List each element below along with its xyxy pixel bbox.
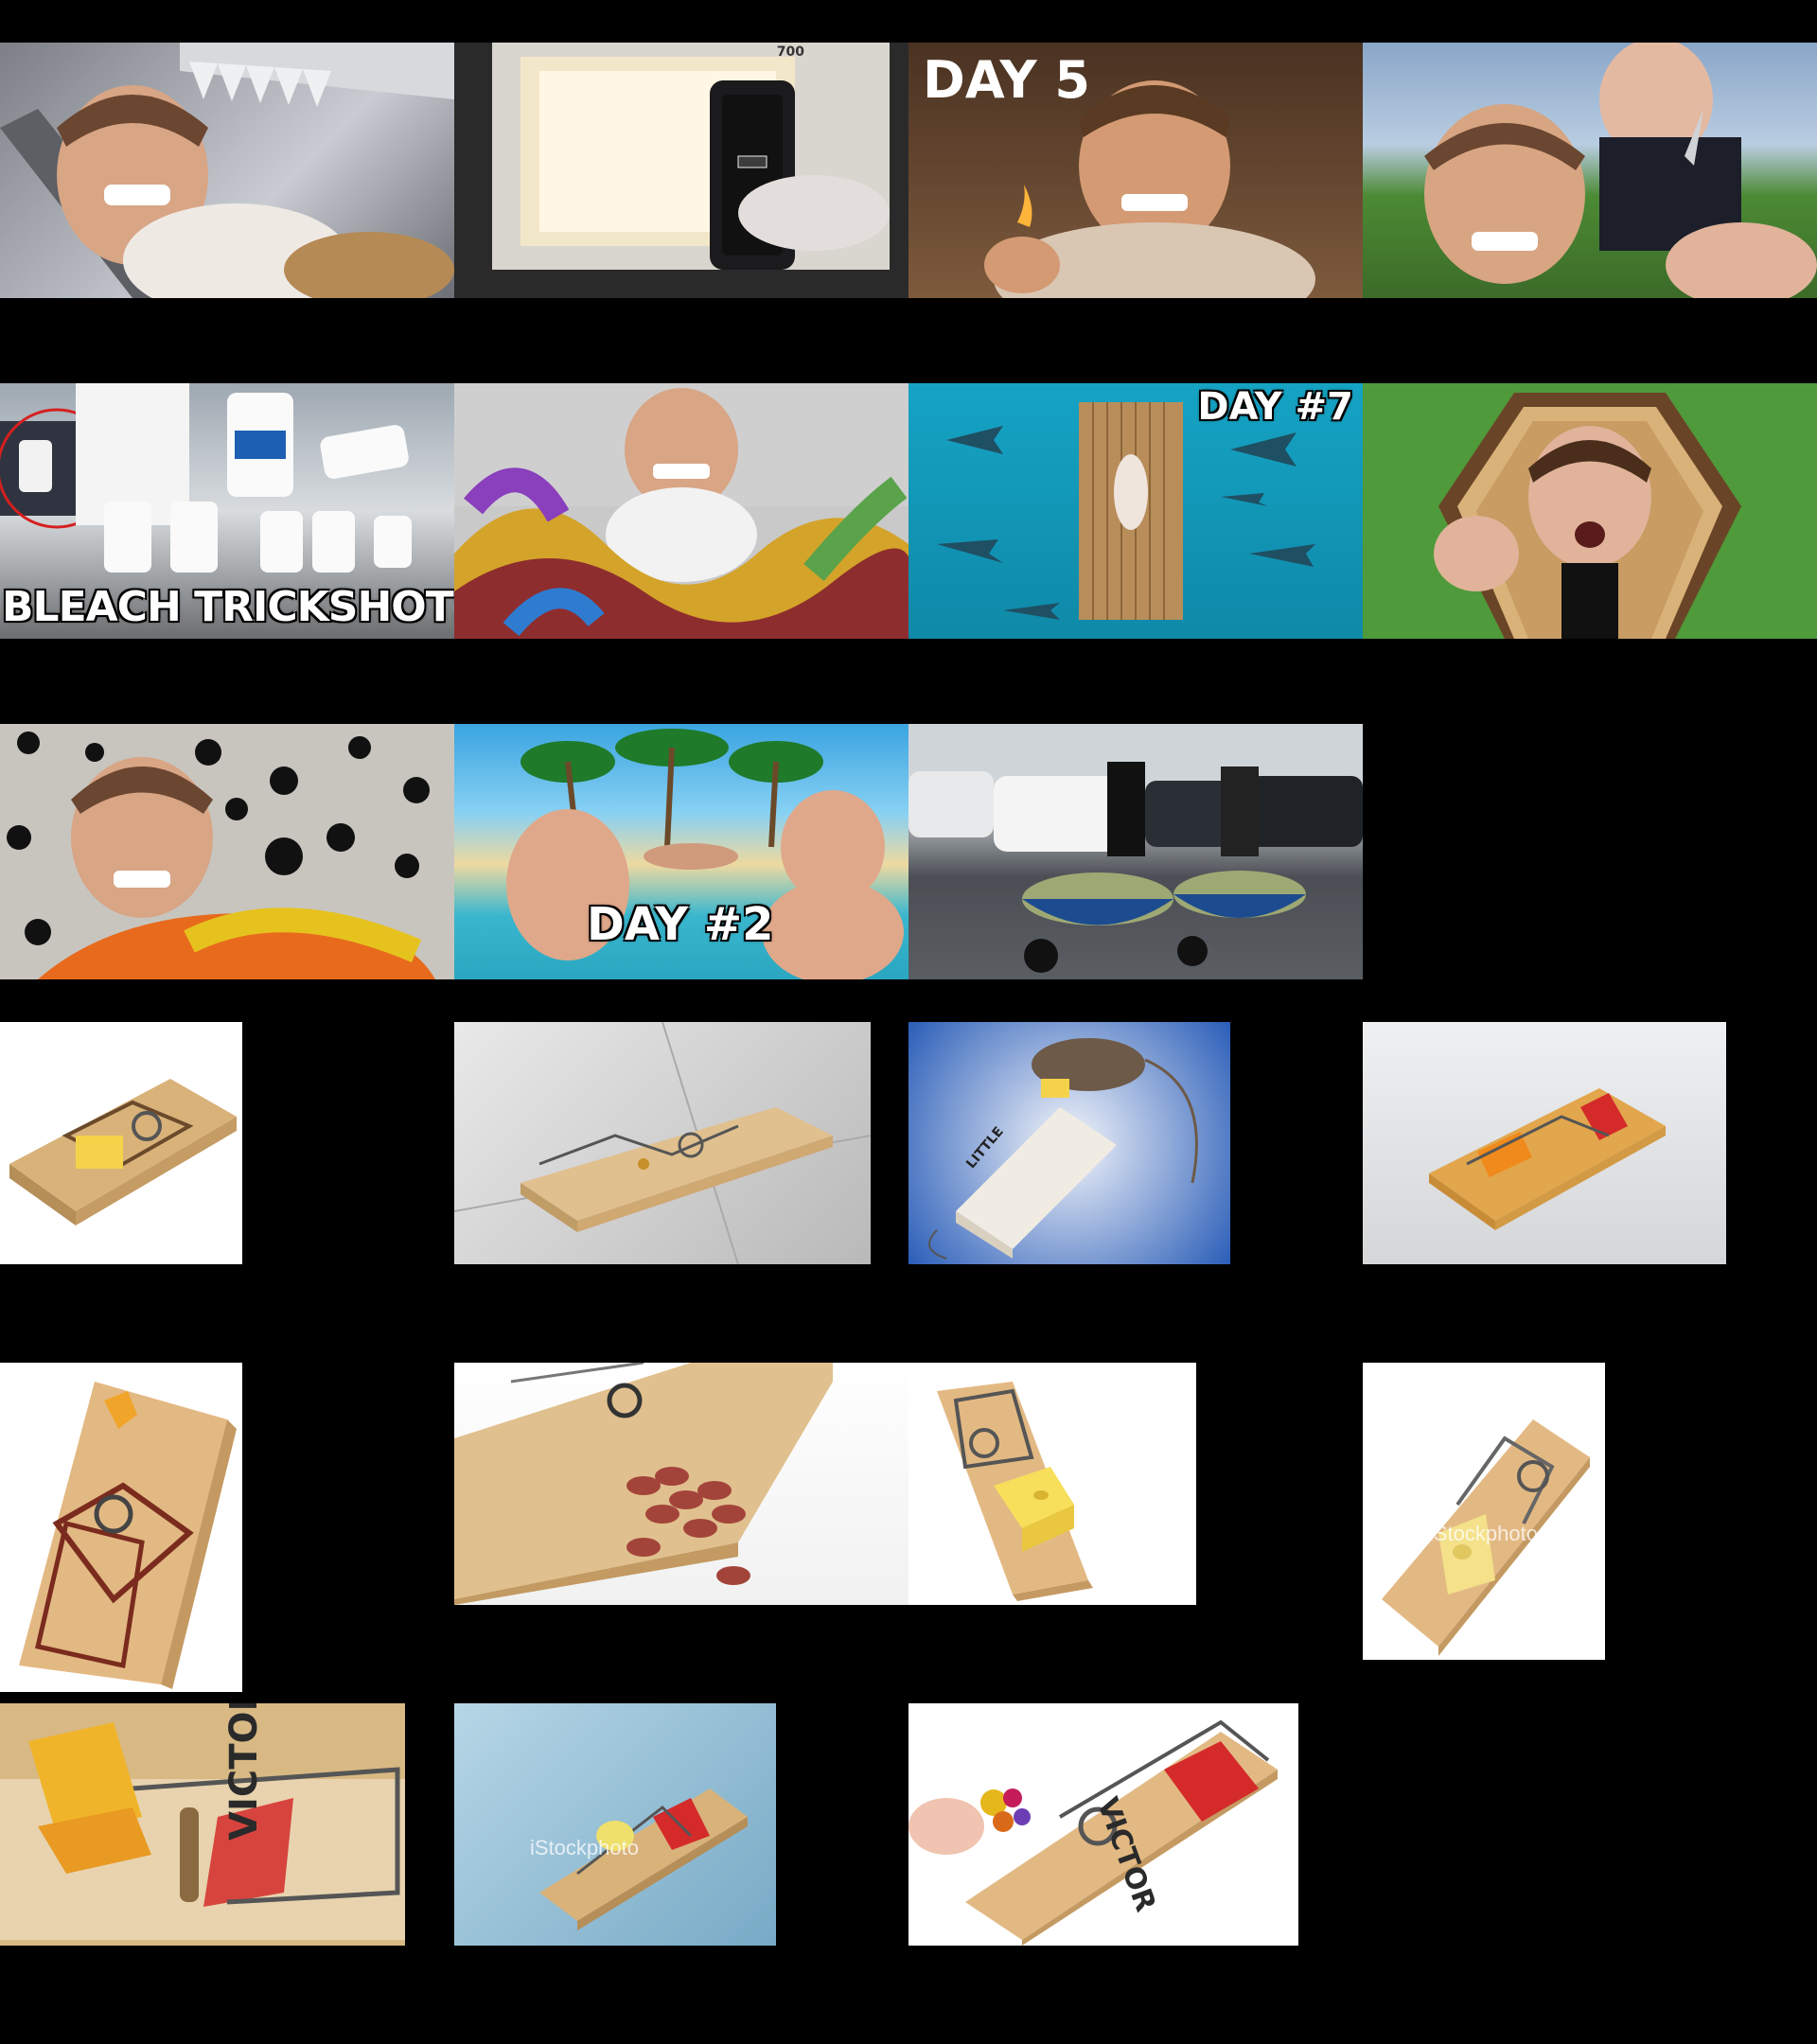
microwave-wattage: 700 xyxy=(776,44,804,60)
thumbnail-bleach-trickshots[interactable]: BLEACH TRICKSHOTS xyxy=(0,383,454,639)
knife-scene-illustration xyxy=(1424,43,1817,298)
microwave-illustration xyxy=(492,43,890,270)
trap-image-little-giant-mouse[interactable]: LITTLE xyxy=(908,1022,1230,1264)
trap-istock-blue-illustration xyxy=(539,1788,748,1930)
trap-image-victor-jewels[interactable]: VICTOR xyxy=(908,1703,1298,1946)
thumbnail-day-5[interactable]: DAY 5 xyxy=(908,43,1363,298)
trap-swiss-illustration xyxy=(937,1382,1093,1601)
trap-image-istock-blue[interactable]: iStockphoto xyxy=(454,1703,776,1946)
trap-image-topdown-cheese[interactable] xyxy=(0,1363,242,1692)
thumbnail-car-lot-money[interactable] xyxy=(908,724,1363,979)
day-7-label: DAY #7 xyxy=(1197,385,1353,429)
thumbnail-day-7-raft[interactable]: DAY #7 xyxy=(908,383,1363,639)
istock-watermark-1: iStockphoto xyxy=(1429,1522,1538,1545)
thumbnail-saw-trap[interactable] xyxy=(0,43,454,298)
trap-image-victor-orange[interactable] xyxy=(1363,1022,1726,1264)
thumbnail-spiders[interactable] xyxy=(0,724,454,979)
saw-scene-illustration xyxy=(0,43,454,298)
car-lot-illustration xyxy=(908,762,1363,973)
spiders-scene-illustration xyxy=(7,731,435,979)
victor-label-1: VICTOR xyxy=(222,1703,266,1841)
trap-image-swiss-cheese[interactable] xyxy=(908,1363,1196,1605)
day-2-label: DAY #2 xyxy=(587,898,774,951)
thumbnail-day-2-island[interactable]: DAY #2 xyxy=(454,724,908,979)
thumbnail-microwave-phone[interactable]: 700 xyxy=(454,43,908,298)
trap-image-tiles[interactable] xyxy=(454,1022,871,1264)
thumbnail-snakes[interactable] xyxy=(454,383,908,639)
trap-istock-cheese-illustration xyxy=(1382,1419,1590,1656)
trap-topdown-illustration xyxy=(19,1382,237,1689)
trap-image-istock-cheese[interactable]: iStockphoto xyxy=(1363,1363,1605,1660)
bleach-trickshots-label: BLEACH TRICKSHOTS xyxy=(2,583,454,631)
trap-tiles-illustration xyxy=(454,1022,871,1264)
thumbnail-knife-attack[interactable] xyxy=(1363,43,1817,298)
trap-image-victor-cheddar[interactable]: VICTOR xyxy=(0,1703,405,1946)
istock-watermark-2: iStockphoto xyxy=(530,1836,639,1859)
day-5-label: DAY 5 xyxy=(923,50,1090,110)
coffin-scene-illustration xyxy=(1434,393,1741,639)
snakes-scene-illustration xyxy=(454,383,908,639)
trap-image-pills[interactable] xyxy=(454,1363,908,1605)
trap-mouse-illustration xyxy=(928,1038,1198,1260)
trap-butter-illustration xyxy=(9,1079,237,1225)
thumbnail-coffin[interactable] xyxy=(1363,383,1817,639)
trap-pills-illustration xyxy=(454,1363,833,1605)
trap-image-butter[interactable] xyxy=(0,1022,242,1264)
trap-victor-cheddar-illustration xyxy=(0,1703,405,1946)
trap-victor-orange-illustration xyxy=(1429,1088,1666,1230)
